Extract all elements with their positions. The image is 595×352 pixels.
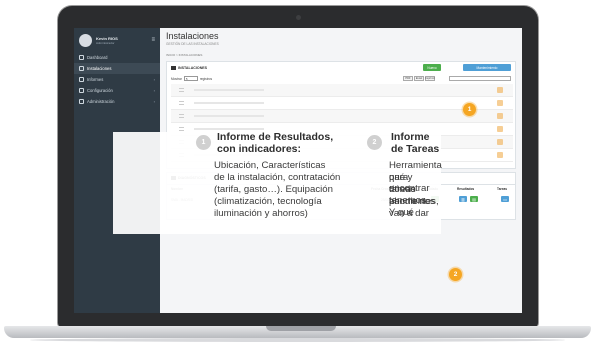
user-role: Administrador [96,40,115,45]
table-row[interactable] [171,97,513,110]
records-label: registros [199,76,213,81]
feature-text-1-line: (tarifa, gasto…). Equipación [214,184,333,195]
sidebar-item-label: Informes [87,77,104,82]
panel-heading: INSTALACIONES [171,66,207,70]
page-subtitle: GESTIÓN DE LAS INSTALACIONES [166,42,219,46]
column-header-results[interactable]: Resultados [457,187,474,191]
feature-title-1b: con indicadores: [217,143,302,155]
column-header-tasks[interactable]: Tareas [497,187,507,191]
building-icon [171,66,176,70]
excel-button[interactable]: Excel [414,76,424,81]
search-input[interactable] [449,76,511,81]
admin-icon [79,99,84,104]
menu-toggle-icon[interactable]: ≡ [151,37,155,43]
breadcrumb[interactable]: INICIO > INSTALACIONES [166,53,202,57]
chevron-right-icon: › [153,99,155,104]
list-icon [179,114,184,118]
sidebar-item-label: Configuración [87,88,113,93]
feature-title-2b: de Tareas [391,143,440,155]
chart-icon [79,66,84,71]
table-row[interactable] [171,84,513,97]
feature-title-2a: Informe [391,131,430,143]
feature-text-2-line: ahorro nos van a dar [389,196,435,219]
callout-badge-1: 1 [463,103,476,116]
feature-number-1: 1 [196,135,211,150]
results-excel-icon[interactable]: ▤ [470,196,478,202]
sidebar-item-label: Administración [87,99,115,104]
page-title: Instalaciones [166,31,219,41]
list-icon [179,88,184,92]
sidebar-item-instalaciones[interactable]: Instalaciones [74,63,160,74]
laptop-notch [266,326,336,331]
chevron-right-icon: › [153,77,155,82]
panel-heading-label: INSTALACIONES [178,66,208,70]
new-button[interactable]: Nuevo [423,64,441,71]
edit-icon[interactable] [497,139,503,145]
print-button[interactable]: Imprimir [425,76,435,81]
user-profile[interactable]: Kevin RIOS Administrador ≡ [74,28,160,52]
feature-number-2: 2 [367,135,382,150]
feature-text-1-line: Ubicación, Características [214,160,326,171]
bar-chart-icon [79,77,84,82]
feature-text-1-line: de la instalación, contratación [214,172,341,183]
row-placeholder [194,89,264,91]
results-chart-icon[interactable]: ▥ [459,196,467,202]
edit-icon[interactable] [497,126,503,132]
maintenance-button[interactable]: Mantenimiento [463,64,511,71]
chevron-right-icon: › [153,88,155,93]
sidebar-item-administracion[interactable]: Administración › [74,96,160,107]
gear-icon [79,88,84,93]
row-placeholder [194,102,264,104]
sidebar-item-label: Instalaciones [87,66,112,71]
page-size-control: Mostrar 5 registros [171,76,212,81]
feature-text-1-line: iluminación y ahorros) [214,208,308,219]
sidebar-item-configuracion[interactable]: Configuración › [74,85,160,96]
user-name: Kevin RIOS [96,35,118,41]
edit-icon[interactable] [497,113,503,119]
list-icon [179,101,184,105]
feature-text-1-line: (climatización, tecnología [214,196,322,207]
dashboard-icon [79,55,84,60]
export-buttons: PDF Excel Imprimir [403,76,435,81]
avatar [79,33,92,47]
page-size-select[interactable]: 5 [183,76,198,81]
sidebar-item-informes[interactable]: Informes › [74,74,160,85]
table-row[interactable] [171,110,513,123]
scene: Kevin RIOS Administrador ≡ Dashboard Ins… [0,0,595,352]
feature-title-1a: Informe de Resultados, [217,131,334,143]
list-icon [179,127,184,131]
camera-icon [296,15,301,20]
user-info: Kevin RIOS Administrador [96,36,118,45]
feature-overlay: 1 Informe de Resultados, con indicadores… [113,131,442,234]
row-placeholder [194,115,264,117]
edit-icon[interactable] [497,87,503,93]
edit-icon[interactable] [497,152,503,158]
sidebar-item-label: Dashboard [87,55,108,60]
pdf-button[interactable]: PDF [403,76,413,81]
laptop-base [4,326,591,338]
row-placeholder [194,128,264,130]
sidebar-item-dashboard[interactable]: Dashboard [74,52,160,63]
tasks-icon[interactable]: ▭ [501,196,509,202]
edit-icon[interactable] [497,100,503,106]
show-label: Mostrar [171,76,182,81]
callout-badge-2: 2 [449,268,462,281]
laptop-shadow [30,338,565,342]
